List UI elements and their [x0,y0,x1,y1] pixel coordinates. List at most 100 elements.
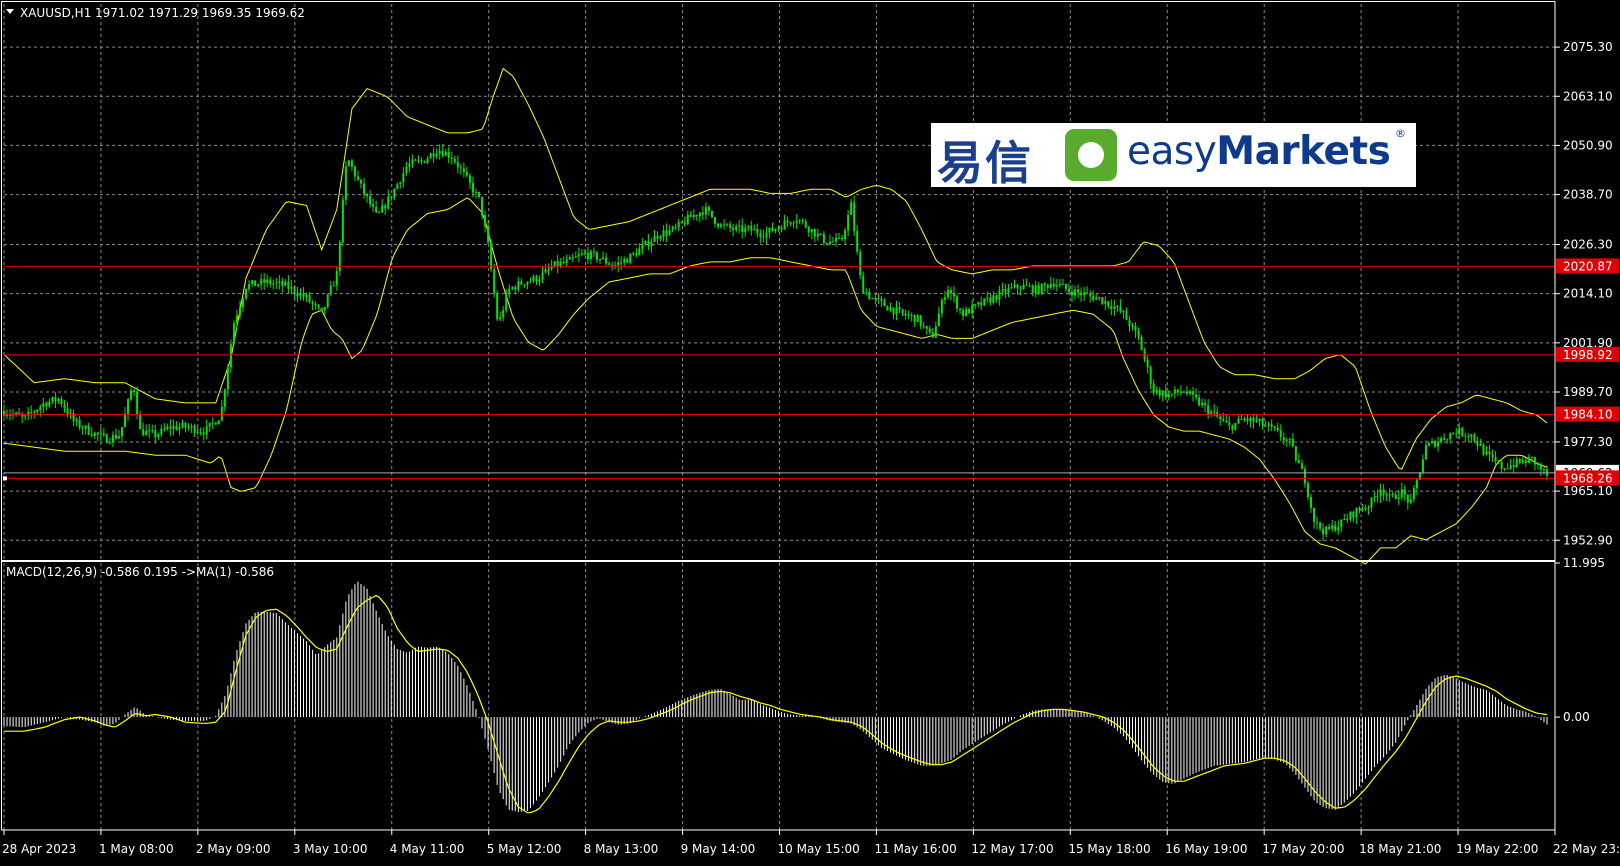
candle-body [1276,427,1279,431]
candle-body [586,252,589,260]
candle-body [1503,468,1506,470]
candle-body [226,367,229,390]
candle-body [689,214,692,218]
candle-body [181,423,184,428]
candle-body [1016,284,1019,289]
candle-body [665,230,668,235]
candle-body [332,285,335,287]
candle-body [880,298,883,301]
candle-body [1095,297,1098,300]
candle-body [211,422,214,424]
candle-body [892,307,895,315]
dropdown-triangle-icon[interactable] [6,9,14,14]
candle-body [447,152,450,158]
candle-body [459,167,462,169]
candle-body [468,175,471,183]
price-axis: 2075.30 2063.10 2050.90 2038.70 2026.30 2014.… [1555,40,1613,724]
price-level-label: 1984.10 [1563,408,1613,422]
candle-body [883,300,886,307]
candle-body [363,183,366,194]
candle-body [426,158,429,163]
candle-body [142,429,145,436]
candle-body [1155,390,1158,393]
price-level-label: 1998.92 [1563,348,1613,362]
candle-body [686,214,689,225]
candle-body [314,303,317,305]
level-marker [3,476,7,481]
candle-body [1185,391,1188,394]
candle-body [1134,325,1137,331]
candle-body [136,392,139,415]
candle-body [402,172,405,183]
candle-body [1467,436,1470,438]
logo-chinese-text: 易信 [937,136,1033,190]
candle-body [1207,405,1210,414]
chart-terminal[interactable]: 1969.622020.871998.921984.101968.26 2075… [0,0,1620,862]
candle-body [1225,420,1228,423]
candle-body [1500,461,1503,470]
candle-body [145,431,148,436]
candle-body [1192,391,1195,395]
candle-body [974,304,977,306]
price-label: 2063.10 [1563,89,1613,103]
candle-body [399,182,402,185]
candle-body [1110,306,1113,309]
candle-body [989,297,992,303]
candle-body [196,432,199,434]
candle-body [1331,525,1334,529]
candle-body [747,226,750,228]
candle-body [1182,391,1185,393]
candle-body [783,220,786,230]
candle-body [547,268,550,270]
candle-body [484,215,487,227]
candle-body [538,279,541,282]
candle-body [868,291,871,299]
candle-body [965,309,968,316]
candle-body [1300,463,1303,469]
candle-body [1116,306,1119,308]
candle-body [1346,519,1349,521]
candle-body [535,276,538,282]
candle-body [1252,417,1255,422]
candle-body [898,307,901,310]
candle-body [1461,428,1464,436]
candle-body [1388,494,1391,496]
candle-body [541,272,544,280]
candle-body [592,251,595,253]
candle-body [93,432,96,436]
candle-body [1128,319,1131,327]
price-label: 2014.10 [1563,287,1613,301]
candle-body [653,235,656,243]
candle-body [353,166,356,177]
candle-body [1010,287,1013,289]
candle-body [1122,311,1125,313]
candle-body [499,317,502,320]
candle-body [1213,411,1216,413]
time-label: 2 May 09:00 [196,842,271,856]
candle-body [1434,441,1437,447]
candle-body [66,408,69,415]
price-label: 2075.30 [1563,40,1613,54]
candle-body [387,196,390,209]
candle-body [1319,522,1322,529]
candle-body [184,423,187,428]
candle-body [99,433,102,435]
candle-body [75,420,78,422]
candle-body [1104,301,1107,304]
candle-body [934,326,937,338]
candle-body [111,434,114,443]
candle-body [478,191,481,197]
price-level-label: 2020.87 [1563,259,1613,273]
candle-body [396,184,399,190]
logo-easy: easy [1127,129,1217,174]
candle-body [481,196,484,216]
candle-body [320,307,323,311]
time-label: 8 May 13:00 [584,842,659,856]
candle-body [532,276,535,281]
candle-body [108,442,111,444]
candle-body [1328,526,1331,529]
candle-body [1083,292,1086,296]
candle-body [1431,441,1434,444]
candle-body [895,307,898,315]
candle-body [272,283,275,285]
